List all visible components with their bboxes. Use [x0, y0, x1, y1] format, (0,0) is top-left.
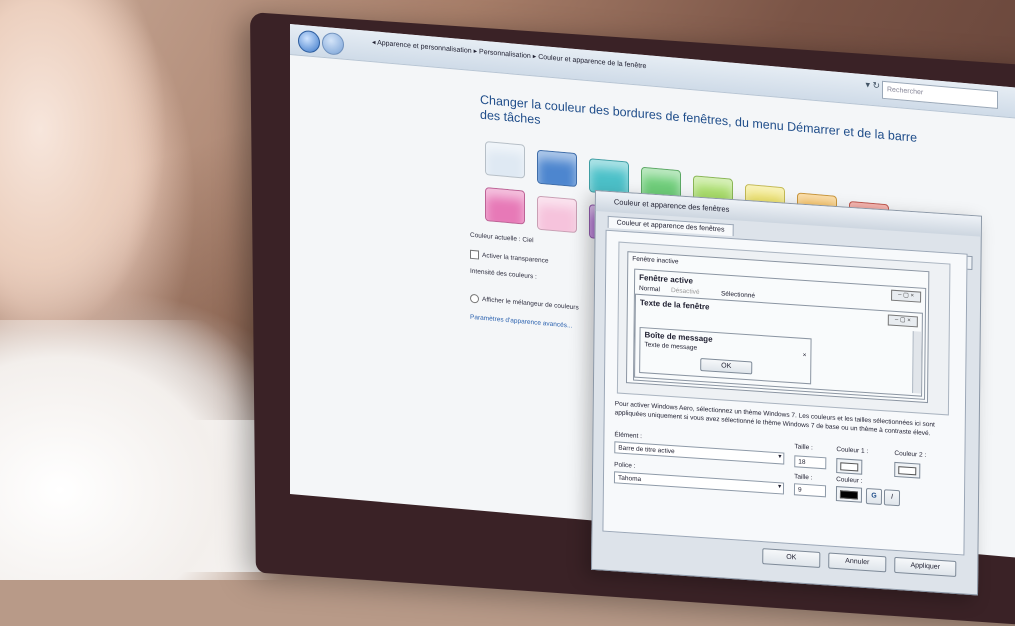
inactive-window-label: Fenêtre inactive	[632, 255, 679, 266]
chevron-down-icon-2[interactable]: ▾	[778, 482, 781, 490]
font-select[interactable]: Tahoma	[613, 471, 785, 495]
msgbox-close-icon: ×	[802, 351, 807, 360]
font-size-select[interactable]: 9	[793, 483, 827, 498]
swatch-blush[interactable]	[537, 195, 577, 234]
color2-label: Couleur 2 :	[894, 449, 927, 459]
advanced-settings-link[interactable]: Paramètres d'apparence avancés...	[470, 314, 572, 330]
refresh-icon[interactable]: ▾ ↻	[865, 79, 880, 91]
menu-selected: Sélectionné	[720, 290, 756, 300]
font-color-picker[interactable]	[835, 486, 863, 503]
preview-scrollbar	[912, 331, 922, 394]
expand-icon[interactable]	[470, 293, 479, 304]
font-color-label: Couleur :	[836, 476, 863, 485]
checkbox-icon[interactable]	[470, 249, 479, 260]
active-window-label: Fenêtre active	[639, 272, 693, 286]
tab-panel: Fenêtre inactive Fenêtre active – ▢ × No…	[602, 229, 968, 556]
element-select[interactable]: Barre de titre active	[614, 441, 785, 465]
preview-area: Fenêtre inactive Fenêtre active – ▢ × No…	[616, 241, 951, 416]
color1-picker[interactable]	[836, 458, 863, 475]
transparency-label: Activer la transparence	[482, 252, 549, 265]
chevron-down-icon[interactable]: ▾	[778, 452, 781, 460]
current-color-label: Couleur actuelle : Ciel	[470, 231, 534, 245]
apply-button[interactable]: Appliquer	[894, 556, 957, 577]
window-text-area: Texte de la fenêtre – ▢ × Boîte de messa…	[634, 293, 923, 397]
window-controls-icon-2: – ▢ ×	[887, 314, 918, 328]
ok-button[interactable]: OK	[762, 548, 821, 568]
swatch-twilight[interactable]	[537, 149, 577, 188]
active-window: Fenêtre active – ▢ × Normal Désactivé Sé…	[633, 268, 927, 400]
msgbox-ok-button: OK	[700, 357, 753, 375]
inactive-window: Fenêtre inactive Fenêtre active – ▢ × No…	[625, 251, 930, 404]
window-text-label: Texte de la fenêtre	[639, 297, 710, 312]
cancel-button[interactable]: Annuler	[828, 552, 887, 573]
swatch-fuchsia[interactable]	[485, 187, 525, 225]
msgbox-text: Texte de message	[644, 341, 698, 352]
menu-normal: Normal	[638, 284, 660, 294]
transparency-checkbox[interactable]: Activer la transparence	[470, 249, 549, 266]
person-face	[0, 0, 170, 330]
back-button[interactable]	[298, 29, 320, 54]
color2-picker[interactable]	[894, 461, 921, 479]
forward-button[interactable]	[322, 31, 344, 56]
search-input[interactable]: Rechercher	[882, 80, 998, 109]
bold-button[interactable]: G	[865, 488, 883, 506]
mixer-label: Afficher le mélangeur de couleurs	[482, 296, 579, 312]
font-size-label: Taille :	[794, 473, 813, 482]
menu-disabled: Désactivé	[670, 287, 700, 296]
italic-button[interactable]: I	[883, 489, 901, 507]
intensity-label: Intensité des couleurs :	[470, 267, 537, 281]
window-controls-icon: – ▢ ×	[891, 289, 922, 303]
color-mixer-toggle[interactable]: Afficher le mélangeur de couleurs	[470, 293, 579, 313]
message-box-preview: Boîte de message Texte de message × OK	[639, 326, 812, 385]
size-label: Taille :	[794, 443, 813, 452]
color1-label: Couleur 1 :	[836, 446, 869, 456]
swatch-sky[interactable]	[485, 141, 525, 179]
element-label: Élément :	[614, 431, 642, 441]
font-label: Police :	[614, 461, 636, 470]
size-spinner[interactable]: 18	[794, 455, 827, 470]
color-appearance-dialog: Couleur et apparence des fenêtres X Coul…	[591, 190, 982, 596]
